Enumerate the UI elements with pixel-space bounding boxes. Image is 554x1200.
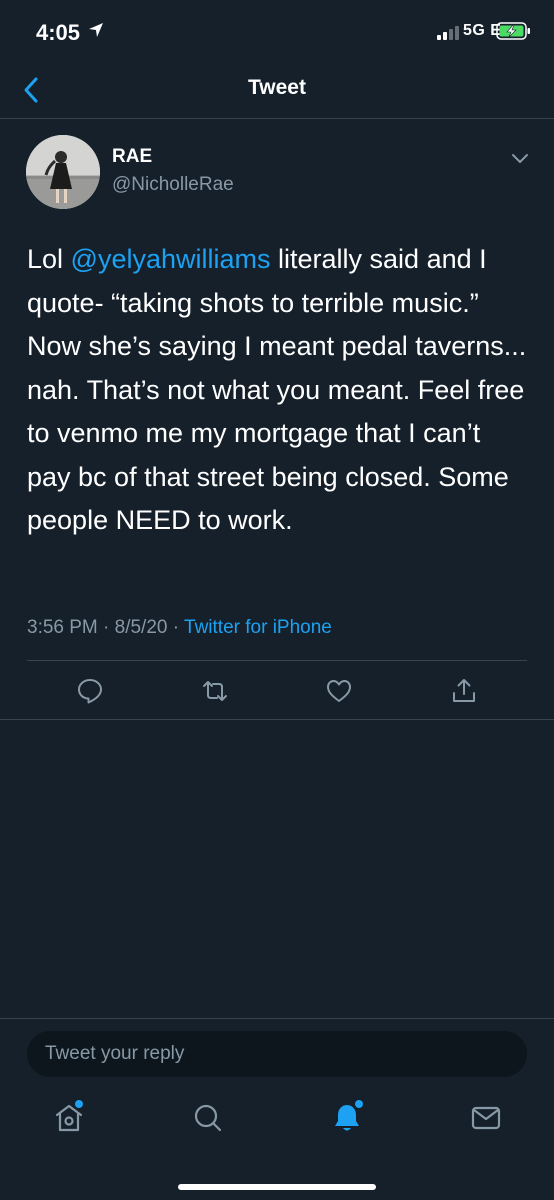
status-bar: 4:05 5G E [0, 0, 554, 64]
author-name[interactable]: RAE [112, 146, 152, 168]
tab-home[interactable] [52, 1099, 86, 1135]
tab-messages[interactable] [469, 1101, 503, 1135]
mention-link[interactable]: @yelyahwilliams [71, 244, 271, 274]
home-unread-dot [74, 1099, 84, 1109]
tweet-text-start: Lol [27, 244, 71, 274]
author-handle[interactable]: @NicholleRae [112, 174, 234, 196]
reply-bar [0, 1018, 554, 1200]
tweet-detail: RAE @NicholleRae Lol @yelyahwilliams lit… [0, 119, 554, 720]
status-time: 4:05 [36, 20, 81, 45]
location-arrow-icon [89, 23, 103, 37]
avatar[interactable] [26, 135, 100, 209]
tweet-text-rest: literally said and I quote- “taking shot… [27, 244, 527, 535]
signal-icon [437, 26, 459, 40]
avatar-photo [26, 135, 100, 209]
reply-icon[interactable] [76, 677, 104, 705]
tweet-text: Lol @yelyahwilliams literally said and I… [27, 238, 527, 543]
battery-charging-icon [496, 22, 530, 40]
page-title: Tweet [248, 76, 306, 99]
like-icon[interactable] [325, 677, 353, 705]
notifications-unread-dot [354, 1099, 364, 1109]
tweet-source-link[interactable]: Twitter for iPhone [184, 617, 332, 638]
chevron-down-icon[interactable] [510, 151, 530, 165]
tweet-meta: 3:56 PM · 8/5/20 · Twitter for iPhone [27, 617, 332, 639]
share-icon[interactable] [450, 677, 478, 705]
tab-search[interactable] [191, 1101, 225, 1135]
search-icon [194, 1104, 222, 1132]
tweet-timestamp: 3:56 PM · 8/5/20 · [27, 617, 185, 638]
reply-input[interactable] [27, 1031, 527, 1077]
home-indicator [178, 1184, 376, 1190]
tab-notifications[interactable] [330, 1099, 364, 1135]
messages-icon [471, 1106, 501, 1130]
retweet-icon[interactable] [201, 677, 229, 705]
divider [27, 660, 527, 661]
nav-bar: Tweet [0, 64, 554, 119]
